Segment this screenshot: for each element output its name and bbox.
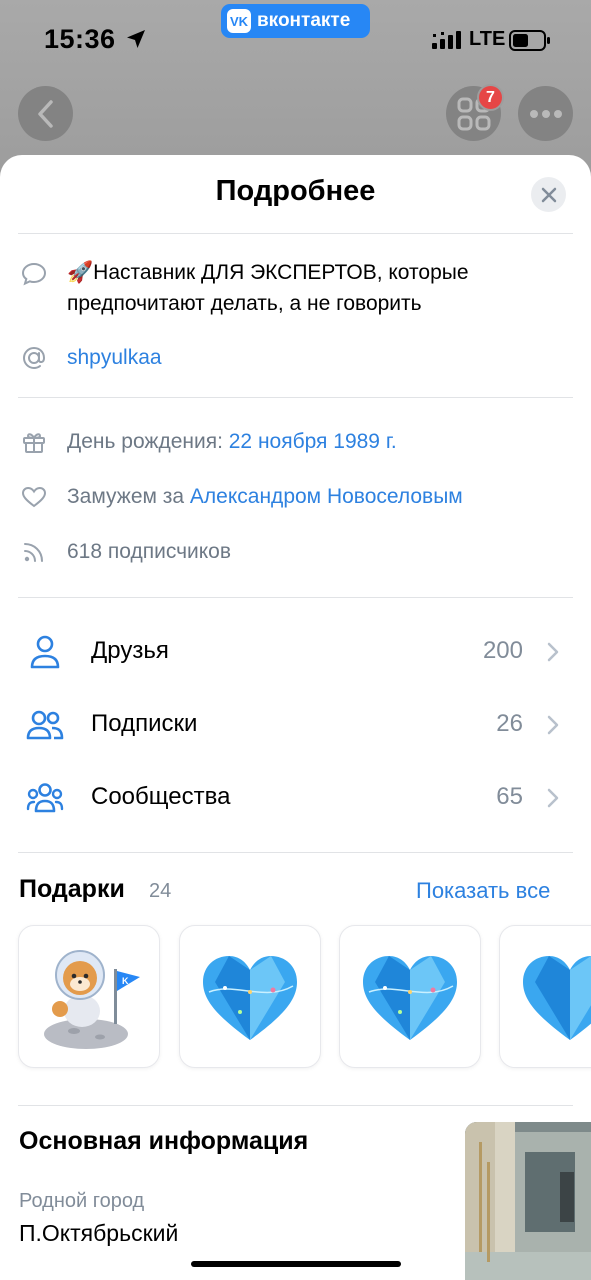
heart-icon — [21, 486, 47, 508]
details-sheet: Подробнее 🚀Наставник ДЛЯ ЭКСПЕРТОВ, кото… — [0, 155, 591, 1280]
vk-logo-icon: VK — [227, 9, 251, 33]
nav-label-communities: Сообщества — [91, 783, 231, 810]
close-icon — [541, 187, 556, 202]
profile-status-text: 🚀Наставник ДЛЯ ЭКСПЕРТОВ, которые предпо… — [67, 261, 469, 315]
profile-photo-thumbnail[interactable] — [465, 1122, 591, 1280]
close-button[interactable] — [531, 177, 566, 212]
divider — [18, 597, 573, 598]
status-time: 15:36 — [44, 24, 116, 54]
gift-card[interactable] — [339, 925, 481, 1068]
blue-heart-gift-icon — [363, 955, 457, 1040]
gifts-count: 24 — [149, 880, 172, 902]
birthday-row: День рождения: 22 ноября 1989 г. — [67, 426, 397, 457]
divider — [18, 1105, 573, 1106]
blue-heart-gift-icon — [203, 955, 297, 1040]
birthday-label: День рождения: — [67, 430, 229, 453]
svg-text:K: K — [122, 976, 129, 986]
username-link[interactable]: shpyulkaa — [67, 342, 162, 373]
at-sign-icon — [22, 346, 46, 370]
nav-row-friends[interactable]: Друзья 200 — [0, 622, 591, 682]
hometown-label: Родной город — [19, 1190, 145, 1212]
home-indicator[interactable] — [191, 1261, 401, 1267]
status-bar: 15:36 VK вконтакте LTE — [0, 0, 591, 80]
show-all-gifts-link[interactable]: Показать все — [416, 878, 550, 904]
rss-followers-icon — [24, 543, 43, 562]
divider — [18, 852, 573, 853]
gift-card[interactable] — [499, 925, 591, 1068]
chevron-right-icon — [547, 642, 559, 662]
relationship-label: Замужем за — [67, 485, 190, 508]
blue-heart-gift-icon — [523, 955, 591, 1040]
network-type: LTE — [469, 28, 506, 50]
more-horizontal-icon — [529, 109, 562, 118]
nav-count-subscriptions: 26 — [496, 710, 523, 737]
chevron-right-icon — [547, 788, 559, 808]
sheet-title: Подробнее — [215, 175, 376, 207]
gifts-title: Подарки — [19, 875, 125, 903]
vk-app-pill[interactable]: VK вконтакте — [221, 4, 370, 38]
nav-label-friends: Друзья — [91, 637, 169, 664]
divider — [18, 397, 573, 398]
nav-label-subscriptions: Подписки — [91, 710, 198, 737]
back-button[interactable] — [18, 86, 73, 141]
followers-count[interactable]: 618 подписчиков — [67, 536, 231, 567]
user-icon — [30, 635, 60, 669]
nav-count-communities: 65 — [496, 783, 523, 810]
nav-row-subscriptions[interactable]: Подписки 26 — [0, 695, 591, 755]
divider — [18, 233, 573, 234]
gift-card[interactable] — [179, 925, 321, 1068]
chevron-right-icon — [547, 715, 559, 735]
gift-icon — [23, 433, 45, 453]
astronaut-shiba-gift-icon: K — [44, 950, 140, 1049]
communities-icon — [26, 783, 64, 813]
chevron-left-icon — [37, 99, 53, 128]
nav-row-communities[interactable]: Сообщества 65 — [0, 768, 591, 828]
more-button[interactable] — [518, 86, 573, 141]
speech-bubble-icon — [21, 262, 47, 286]
battery-icon — [509, 30, 550, 51]
hometown-value: П.Октябрьский — [19, 1220, 179, 1246]
gift-card[interactable]: K — [18, 925, 160, 1068]
corridor-photo-image — [465, 1122, 591, 1280]
relationship-row: Замужем за Александром Новоселовым — [67, 481, 463, 512]
location-arrow-icon — [127, 30, 145, 48]
signal-strength-icon — [432, 31, 461, 49]
notifications-badge: 7 — [477, 84, 504, 111]
nav-count-friends: 200 — [482, 637, 523, 664]
users-icon — [26, 710, 64, 740]
birthday-link[interactable]: 22 ноября 1989 г. — [229, 430, 397, 453]
main-info-title: Основная информация — [19, 1127, 309, 1155]
vk-app-label: вконтакте — [257, 10, 351, 31]
partner-link[interactable]: Александром Новоселовым — [190, 485, 463, 508]
